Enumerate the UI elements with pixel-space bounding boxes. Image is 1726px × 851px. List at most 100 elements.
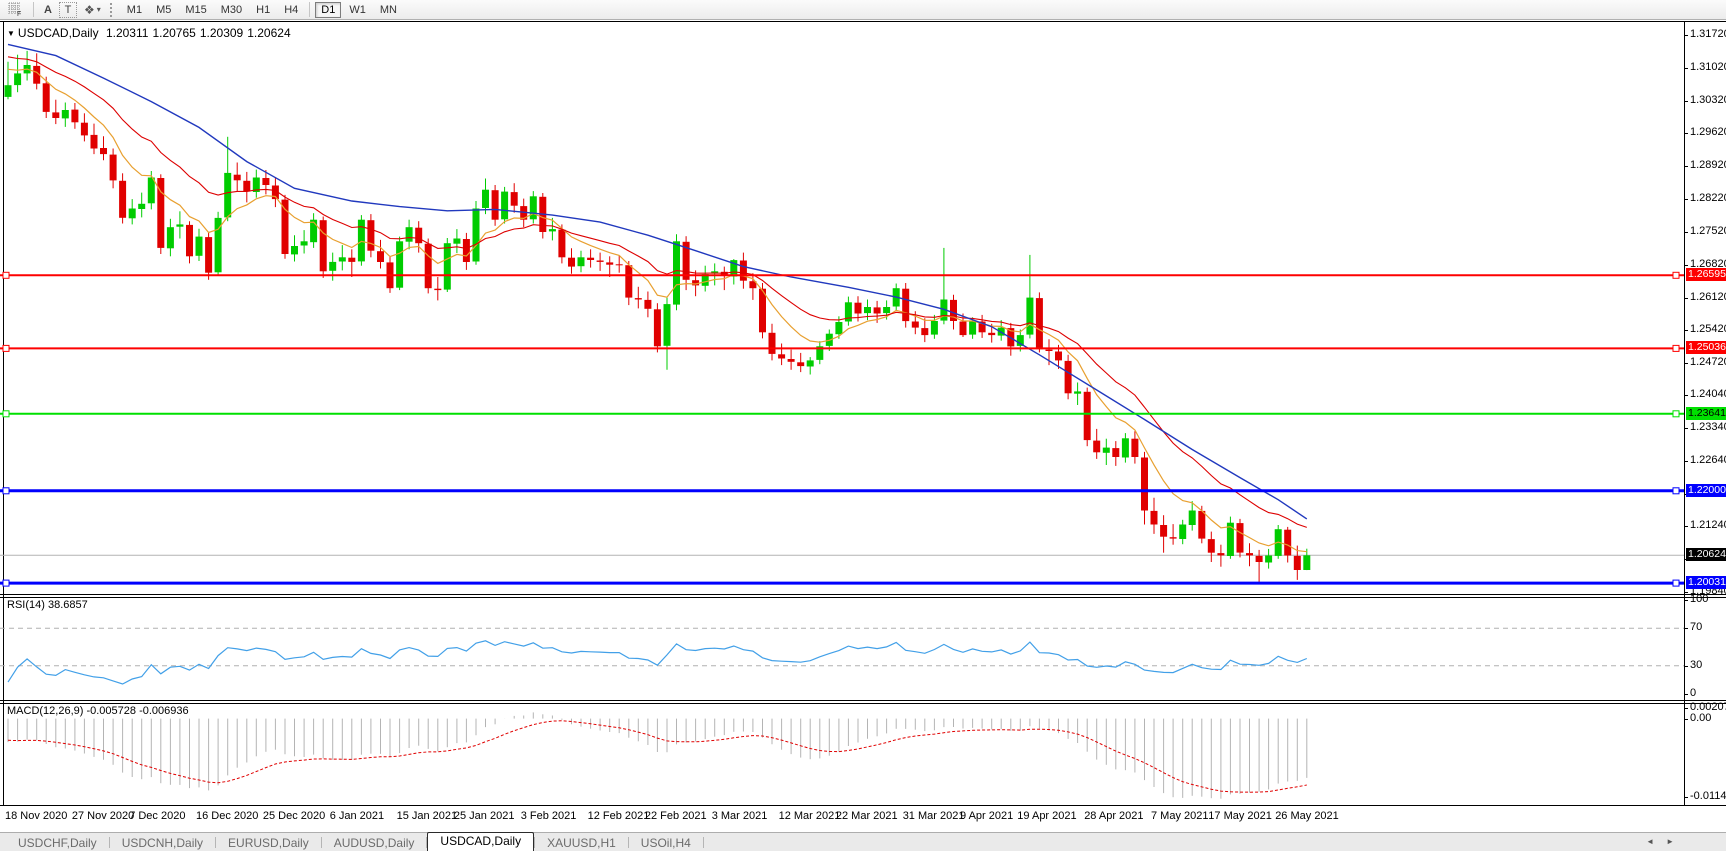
chart-tab-usdcnh[interactable]: USDCNH,Daily [110,835,215,851]
line-handle[interactable] [1672,344,1680,352]
toolbar-separator [309,2,311,17]
timeframe-button-D1[interactable]: D1 [315,1,342,18]
quote-open: 1.20311 [105,26,149,40]
rsi-axis-label: 100 [1690,593,1709,605]
axis-tick [1684,231,1688,233]
rsi-axis-label: 70 [1690,621,1703,634]
date-axis-label: 15 Jan 2021 [396,810,458,822]
tab-scroll-arrows: ◄► [1646,837,1686,846]
date-axis-label: 17 May 2021 [1208,810,1272,822]
chart-tab-audusd[interactable]: AUDUSD,Daily [322,835,427,851]
price-axis-label: 1.31020 [1690,60,1726,73]
timeframe-button-MN[interactable]: MN [374,2,403,18]
price-axis-label: 1.29620 [1690,126,1726,139]
toolbar: F A T ❖ ▾ M1 M5 M15 M30 H1 H4 D1 W1 MN [0,0,1726,20]
quote-high: 1.20765 [152,26,196,40]
axis-tick [1684,708,1688,709]
date-axis-label: 6 Jan 2021 [329,810,385,822]
line-handle[interactable] [1672,487,1680,495]
timeframe-button-W1[interactable]: W1 [343,2,372,18]
chart-title: ▼ USDCAD,Daily 1.20311 1.20765 1.20309 1.206… [7,26,295,40]
macd-histogram [7,712,1308,799]
tab-scroll-right-icon[interactable]: ► [1666,837,1686,846]
chart-tab-xauusd[interactable]: XAUUSD,H1 [535,835,628,851]
chart-tab-usoil[interactable]: USOil,H4 [629,835,703,851]
mt4-window: F A T ❖ ▾ M1 M5 M15 M30 H1 H4 D1 W1 MN ▼ USDCAD,D… [0,0,1726,851]
price-axis-label: 1.24720 [1690,356,1726,369]
price-axis-label: 1.28220 [1690,192,1726,205]
date-axis-label: 27 Nov 2020 [71,810,135,822]
date-axis-label: 25 Jan 2021 [453,810,515,822]
axis-tick [1684,133,1688,135]
axis-tick [1684,592,1688,594]
axis-tick [1684,395,1688,397]
price-axis-label: 1.23340 [1690,420,1726,433]
line-handle[interactable] [1672,579,1680,587]
timeframe-button-M15[interactable]: M15 [179,2,212,18]
date-axis-label: 25 Dec 2020 [262,810,326,822]
axis-tick [1684,628,1688,630]
chart-tab-eurusd[interactable]: EURUSD,Daily [216,835,321,851]
rsi-axis-label: 0 [1690,687,1697,699]
date-axis-label: 9 Apr 2021 [960,810,1014,822]
text-tool-button[interactable]: T [59,1,77,18]
macd-panel-canvas[interactable] [0,702,1684,804]
axis-tick [1684,199,1688,201]
price-axis-label: 1.24040 [1690,388,1726,401]
ma-medium-line [7,56,1307,528]
arrow-tool-button[interactable]: A [39,2,57,18]
axis-tick [1684,600,1688,601]
tab-scroll-left-icon[interactable]: ◄ [1646,837,1666,846]
chevron-down-icon: ▾ [96,5,101,14]
chart-symbol: USDCAD,Daily [17,26,99,40]
timeframe-button-H1[interactable]: H1 [250,2,276,18]
ma-slow-line [7,43,1308,520]
toolbar-drag-handle[interactable] [109,2,115,17]
panel-divider[interactable] [0,594,1726,595]
axis-tick [1684,100,1688,102]
grid-icon[interactable]: F [3,2,28,18]
date-axis-label: 3 Feb 2021 [520,810,577,822]
hline-price-tag: 1.22000 [1686,483,1726,497]
chart-title-collapse-icon[interactable]: ▼ [7,29,15,38]
objects-dropdown-button[interactable]: ❖ ▾ [79,2,106,18]
date-axis-label: 22 Feb 2021 [644,810,707,822]
line-handle[interactable] [1672,410,1680,418]
line-handle[interactable] [1672,271,1680,279]
date-axis-label: 18 Nov 2020 [5,810,68,822]
axis-tick [1684,427,1688,429]
tab-bar: USDCHF,Daily USDCNH,Daily EURUSD,Daily AUDU… [0,832,1726,851]
hline-price-tag: 1.20031 [1686,576,1726,590]
line-handle[interactable] [2,271,10,279]
chart-tab-usdchf[interactable]: USDCHF,Daily [6,835,109,851]
axis-tick [1684,460,1688,462]
line-handle[interactable] [2,487,10,495]
macd-indicator-label: MACD(12,26,9) -0.005728 -0.006936 [7,705,189,717]
hline-price-tag: 1.26595 [1686,268,1726,282]
rsi-panel-canvas[interactable] [0,596,1684,700]
objects-icon: ❖ [84,2,95,17]
line-handle[interactable] [2,344,10,352]
timeframe-button-M30[interactable]: M30 [215,2,248,18]
panel-divider[interactable] [0,700,1726,701]
line-handle[interactable] [2,410,10,418]
timeframe-button-M5[interactable]: M5 [150,2,177,18]
timeframe-button-M1[interactable]: M1 [121,2,148,18]
axis-tick [1684,694,1688,695]
price-axis[interactable]: 1.31720 1.31020 1.30320 1.29620 1.28920 1.282… [1684,21,1726,806]
toolbar-separator [33,2,34,17]
quote-low: 1.20309 [199,26,244,40]
chart-tab-usdcad[interactable]: USDCAD,Daily [427,832,535,851]
svg-text:F: F [17,11,21,17]
date-axis-label: 7 May 2021 [1151,810,1209,822]
main-chart-canvas[interactable] [0,21,1684,594]
rsi-axis-label: 30 [1690,658,1703,671]
date-axis-label: 26 May 2021 [1275,810,1339,822]
line-handle[interactable] [2,579,10,587]
rsi-indicator-label: RSI(14) 38.6857 [7,599,88,611]
price-axis-border [1684,21,1685,806]
timeframe-button-H4[interactable]: H4 [278,2,304,18]
price-axis-label: 1.21240 [1690,519,1726,532]
date-axis[interactable]: 18 Nov 2020 27 Nov 2020 7 Dec 2020 16 Dec 2… [0,806,1726,831]
date-axis-label: 19 Apr 2021 [1017,810,1077,822]
